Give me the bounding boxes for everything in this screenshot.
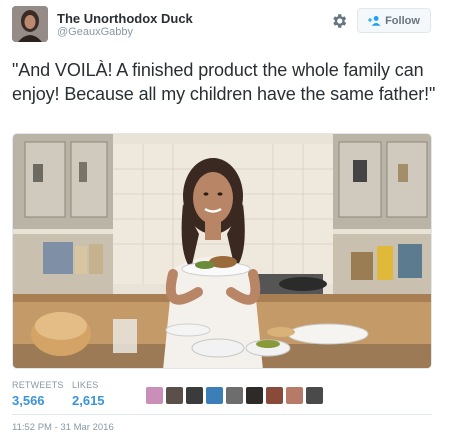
avatar[interactable]	[12, 6, 48, 42]
add-user-icon	[368, 16, 381, 26]
kitchen-photo	[13, 134, 431, 368]
liker-avatars	[146, 387, 323, 405]
liker-avatar[interactable]	[226, 387, 243, 404]
divider	[12, 414, 432, 415]
tweet-text: "And VOILÀ! A finished product the whole…	[12, 60, 436, 104]
tweet-photo[interactable]	[12, 133, 432, 369]
follow-label: Follow	[385, 14, 420, 27]
liker-avatar[interactable]	[246, 387, 263, 404]
likes-count[interactable]: 2,615	[72, 393, 105, 408]
liker-avatar[interactable]	[206, 387, 223, 404]
retweets-count[interactable]: 3,566	[12, 393, 45, 408]
timestamp[interactable]: 11:52 PM - 31 Mar 2016	[12, 422, 114, 433]
follow-button[interactable]: Follow	[357, 8, 431, 33]
retweets-label: RETWEETS	[12, 380, 64, 390]
likes-label: LIKES	[72, 380, 99, 390]
liker-avatar[interactable]	[286, 387, 303, 404]
tweet-card: The Unorthodox Duck @GeauxGabby Follow "…	[0, 0, 453, 441]
liker-avatar[interactable]	[186, 387, 203, 404]
display-name[interactable]: The Unorthodox Duck	[57, 11, 193, 26]
avatar-image	[12, 6, 48, 42]
user-handle[interactable]: @GeauxGabby	[57, 26, 133, 38]
liker-avatar[interactable]	[166, 387, 183, 404]
liker-avatar[interactable]	[146, 387, 163, 404]
liker-avatar[interactable]	[306, 387, 323, 404]
gear-icon[interactable]	[330, 12, 348, 30]
liker-avatar[interactable]	[266, 387, 283, 404]
